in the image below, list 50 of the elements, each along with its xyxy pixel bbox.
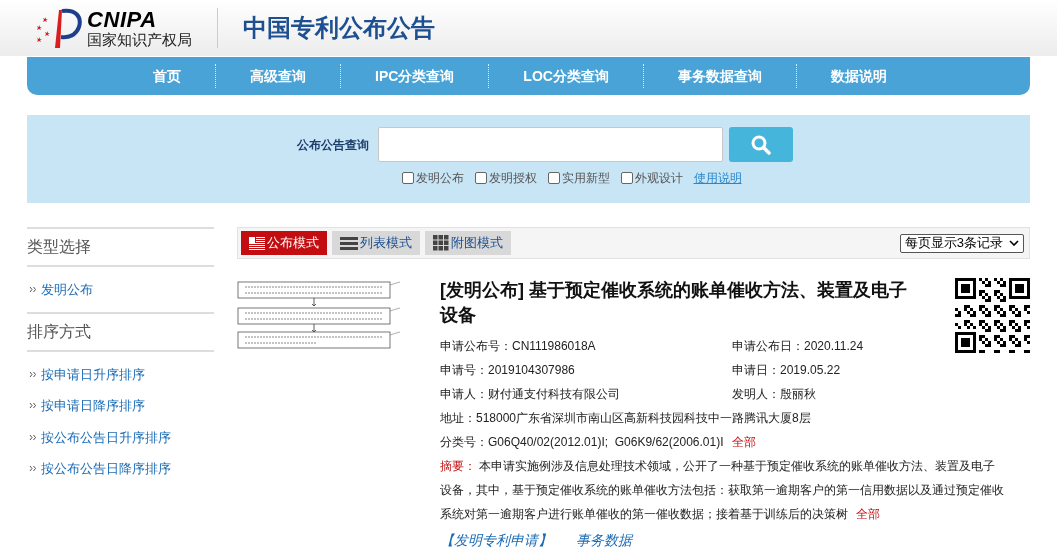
double-chevron-icon [29, 370, 37, 378]
checkbox-label: 外观设计 [634, 170, 683, 187]
show-all-link[interactable]: 全部 [731, 430, 756, 454]
checkbox[interactable] [620, 172, 633, 184]
page-size-select[interactable]: 每页显示3条记录 [899, 233, 1024, 253]
double-chevron-icon [29, 465, 37, 473]
sidebar-link[interactable]: 按申请日降序排序 [41, 396, 145, 416]
logo-wordmark: CNIPA [87, 8, 158, 31]
record-address: 地址：518000广东省深圳市南山区高新科技园科技中一路腾讯大厦8层 [440, 410, 812, 427]
record-link[interactable]: 【发明专利申请】 [440, 528, 552, 552]
record-field: 申请人：财付通支付科技有限公司 [440, 382, 732, 406]
search-field[interactable] [377, 127, 723, 162]
record-link[interactable]: 事务数据 [576, 528, 632, 552]
sidebar-link[interactable]: 按公布公告日升序排序 [41, 427, 171, 447]
record-field: 发明人：殷丽秋 [732, 382, 949, 406]
site-title: 中国专利公布公告 [243, 13, 435, 43]
record-title[interactable]: [发明公布] 基于预定催收系统的账单催收方法、装置及电子设备 [440, 278, 910, 328]
checkbox[interactable] [401, 172, 414, 184]
cnipa-logo[interactable]: CNIPA 国家知识产权局 [33, 6, 192, 50]
checkbox-label: 发明授权 [488, 170, 537, 187]
search-icon [750, 134, 771, 155]
sidebar-link[interactable]: 按公布公告日降序排序 [41, 459, 171, 479]
checkbox[interactable] [474, 172, 487, 184]
record-field: 申请公布日：2020.11.24 [732, 334, 949, 358]
grid-icon [433, 235, 449, 251]
view-mode-tab[interactable]: 列表模式 [332, 231, 420, 255]
sidebar-heading: 类型选择 [27, 237, 92, 257]
flag-icon [249, 236, 265, 250]
sidebar-link[interactable]: 发明公布 [41, 280, 93, 300]
record-field: 申请公布号：CN111986018A [440, 334, 732, 358]
checkbox-label: 发明公布 [415, 170, 464, 187]
sidebar-link[interactable]: 按申请日升序排序 [41, 364, 145, 384]
checkbox[interactable] [547, 172, 560, 184]
list-icon [340, 236, 358, 250]
record-classification: 分类号：G06Q40/02(2012.01)I; G06K9/62(2006.01)I [440, 434, 724, 451]
double-chevron-icon [29, 433, 37, 441]
help-link[interactable]: 使用说明 [693, 169, 742, 187]
show-all-link[interactable]: 全部 [856, 507, 880, 521]
caret-icon [1009, 240, 1019, 246]
search-label: 公布公告查询 [296, 136, 369, 154]
record-field: 申请号：2019104307986 [440, 358, 732, 382]
logo-subtitle: 国家知识产权局 [87, 32, 192, 48]
double-chevron-icon [29, 402, 37, 410]
view-mode-tab[interactable]: 附图模式 [425, 231, 511, 255]
sidebar-heading: 排序方式 [27, 321, 92, 342]
checkbox-label: 实用新型 [561, 170, 610, 187]
record-abstract: 摘要： 本申请实施例涉及信息处理技术领域，公开了一种基于预定催收系统的账单催收方法、装置及电子设备，其中，基于预定催收系统的账单催收方法包括：获取第一逾期客户的第一信用数据以及通过预定催收系统对第一逾期客户进行账单催收的第一催收数据；接着基于训练后的决策树 全部 [440, 458, 1005, 523]
double-chevron-icon [29, 286, 37, 294]
view-mode-tab[interactable]: 公布模式 [241, 231, 327, 255]
record-field: 申请日：2019.05.22 [732, 358, 949, 382]
